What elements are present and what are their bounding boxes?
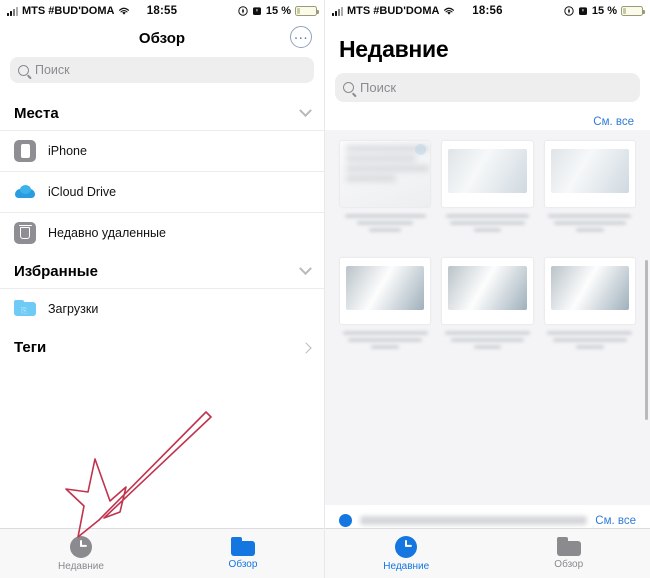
thumbnail-content-blurred xyxy=(550,266,629,310)
status-bar-right-group: 15 % xyxy=(564,5,645,17)
recents-content-area: См. все xyxy=(325,110,650,505)
section-header-places[interactable]: Места xyxy=(0,95,324,130)
battery-percent-label: 15 % xyxy=(591,5,617,17)
file-thumbnail xyxy=(441,140,534,208)
chevron-right-icon[interactable] xyxy=(300,341,312,354)
locations-list: Места iPhone iCloud Drive Недавно удален… xyxy=(0,95,324,364)
file-thumbnail xyxy=(339,257,432,325)
location-icon xyxy=(238,6,248,16)
tab-browse[interactable]: Обзор xyxy=(488,529,650,578)
file-tile[interactable] xyxy=(543,140,636,235)
iphone-icon xyxy=(14,140,36,162)
file-tile[interactable] xyxy=(543,257,636,352)
trash-icon xyxy=(14,222,36,244)
file-caption-blurred xyxy=(339,214,431,232)
file-caption-blurred xyxy=(544,214,636,232)
list-item-label: Недавно удаленные xyxy=(48,226,166,240)
folder-icon xyxy=(231,537,255,556)
list-item-icloud-drive[interactable]: iCloud Drive xyxy=(0,171,324,212)
tab-label: Недавние xyxy=(58,560,104,572)
section-header-tags[interactable]: Теги xyxy=(0,329,324,364)
list-item-iphone[interactable]: iPhone xyxy=(0,130,324,171)
cloud-icon xyxy=(14,181,36,203)
file-grid-row-2 xyxy=(325,235,650,352)
list-item-label: iPhone xyxy=(48,144,87,158)
list-item-downloads[interactable]: ⎘ Загрузки xyxy=(0,288,324,329)
thumbnail-content-blurred xyxy=(550,149,629,193)
page-title-recents: Недавние xyxy=(339,36,449,62)
tab-label: Недавние xyxy=(383,560,430,572)
more-options-button[interactable]: … xyxy=(290,26,312,48)
section-title-places: Места xyxy=(14,105,59,122)
alarm-icon xyxy=(578,7,587,15)
thumbnail-content-blurred xyxy=(448,266,527,310)
status-bar-right: MTS #BUD'DOMA 18:56 15 % xyxy=(325,0,650,22)
thumbnail-content-blurred xyxy=(340,146,430,181)
section-title-blurred xyxy=(360,516,588,525)
clock-icon xyxy=(70,535,92,558)
tab-recents[interactable]: Недавние xyxy=(0,529,162,578)
tab-label: Обзор xyxy=(228,559,258,570)
search-input-recents[interactable]: Поиск xyxy=(335,73,640,102)
thumbnail-content-blurred xyxy=(346,266,425,310)
file-tile[interactable] xyxy=(339,257,432,352)
file-thumbnail xyxy=(543,257,636,325)
search-icon xyxy=(343,82,354,93)
search-placeholder-label: Поиск xyxy=(35,63,70,77)
see-all-link[interactable]: См. все xyxy=(595,515,636,527)
vertical-scrollbar[interactable] xyxy=(645,260,648,420)
file-caption-blurred xyxy=(441,331,533,349)
file-thumbnail xyxy=(543,140,636,208)
file-tile[interactable] xyxy=(441,257,534,352)
tab-bar-left: Недавние Обзор xyxy=(0,528,324,578)
chevron-down-icon[interactable] xyxy=(299,104,312,118)
search-input-browse[interactable]: Поиск xyxy=(10,57,314,83)
clock-icon xyxy=(395,535,418,558)
left-screenshot-panel: MTS #BUD'DOMA 18:55 15 % Обзор … Поиск М… xyxy=(0,0,325,578)
list-item-label: Загрузки xyxy=(48,302,99,316)
file-caption-blurred xyxy=(339,331,431,349)
file-caption-blurred xyxy=(441,214,533,232)
file-thumbnail xyxy=(441,257,534,325)
file-grid-row-1 xyxy=(325,130,650,235)
dual-screenshot-container: MTS #BUD'DOMA 18:55 15 % Обзор … Поиск М… xyxy=(0,0,650,578)
location-icon xyxy=(564,6,574,16)
page-title-browse: Обзор xyxy=(138,30,186,47)
blue-dot-indicator xyxy=(339,514,352,527)
tab-browse[interactable]: Обзор xyxy=(162,529,324,578)
right-screenshot-panel: MTS #BUD'DOMA 18:56 15 % Недавние Поиск … xyxy=(325,0,650,578)
file-tile[interactable] xyxy=(441,140,534,235)
battery-icon xyxy=(621,6,645,16)
file-tile[interactable] xyxy=(339,140,432,235)
list-item-recently-deleted[interactable]: Недавно удаленные xyxy=(0,212,324,253)
search-placeholder-label: Поиск xyxy=(360,80,397,95)
file-caption-blurred xyxy=(544,331,636,349)
downloads-folder-icon: ⎘ xyxy=(14,298,36,320)
folder-icon xyxy=(556,537,581,556)
section-title-tags: Теги xyxy=(14,339,47,356)
list-item-label: iCloud Drive xyxy=(48,185,117,199)
thumbnail-content-blurred xyxy=(448,149,527,193)
section-title-favorites: Избранные xyxy=(14,263,98,280)
chevron-down-icon[interactable] xyxy=(299,262,312,276)
file-thumbnail xyxy=(339,140,432,208)
tab-label: Обзор xyxy=(554,559,584,570)
tab-recents[interactable]: Недавние xyxy=(325,529,488,578)
battery-percent-label: 15 % xyxy=(265,5,291,17)
see-all-link[interactable]: См. все xyxy=(593,116,634,128)
search-icon xyxy=(18,64,29,76)
status-bar-left: MTS #BUD'DOMA 18:55 15 % xyxy=(0,0,324,22)
see-all-row-top: См. все xyxy=(325,110,650,130)
status-bar-right-group: 15 % xyxy=(238,5,319,17)
alarm-icon xyxy=(252,7,261,15)
tab-bar-right: Недавние Обзор xyxy=(325,528,650,578)
section-header-favorites[interactable]: Избранные xyxy=(0,253,324,288)
battery-icon xyxy=(295,6,319,16)
